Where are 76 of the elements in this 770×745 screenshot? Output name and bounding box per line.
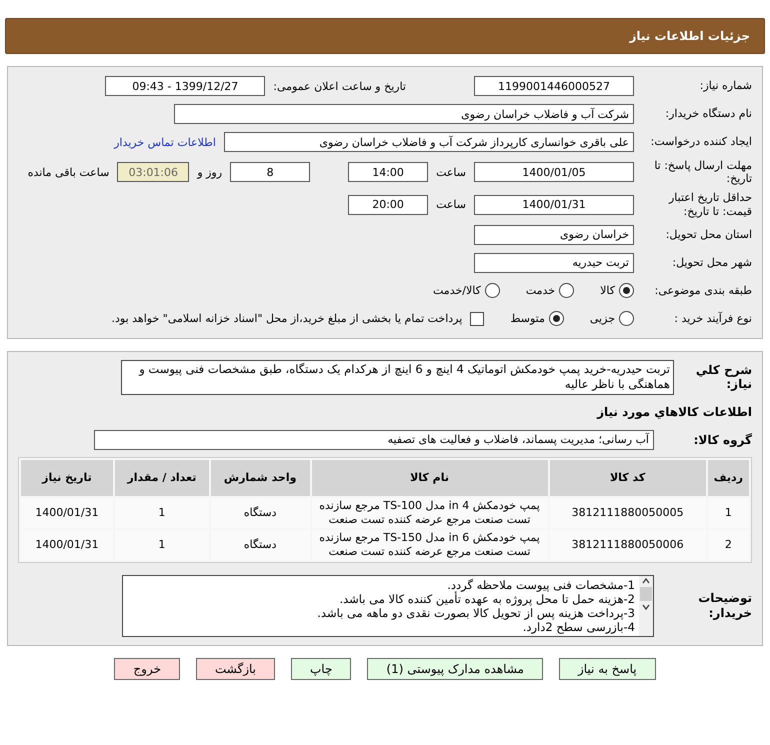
remaining-time-field: 03:01:06 <box>117 162 190 182</box>
scroll-down-icon[interactable] <box>642 604 650 610</box>
validity-date-field: 1400/01/31 <box>474 194 634 215</box>
section-title: اطلاعات کالاهاي مورد نياز <box>596 404 752 421</box>
province-field: خراسان رضوی <box>474 224 634 245</box>
table-cell: 1400/01/31 <box>21 530 113 560</box>
radio-label: کالا <box>600 284 615 298</box>
scrollbar[interactable] <box>639 576 653 636</box>
description-field: تربت حیدریه-خرید پمپ خودمکش اتوماتیک 4 اینچ و 6 اینچ از هرکدام یک دستگاه، طبق مشخصات فنی پیوست و هماهنگی با ناظر عالیه <box>121 360 674 395</box>
action-button[interactable]: خروج <box>114 658 180 680</box>
column-header: نام کالا <box>312 460 548 496</box>
radio-label: متوسط <box>510 312 545 326</box>
radio-button[interactable] <box>619 283 634 298</box>
table-cell: دستگاه <box>210 498 310 528</box>
table-cell: پمپ خودمکش 6 in مدل TS-150 مرجع سازنده تست صنعت مرجع عرضه کننده تست صنعت <box>312 530 548 560</box>
page-title: جزئیات اطلاعات نیاز <box>5 18 765 54</box>
table-cell: 1400/01/31 <box>21 498 113 528</box>
radio-button[interactable] <box>548 311 564 326</box>
table-cell: 2 <box>708 530 749 560</box>
checkbox[interactable] <box>470 312 484 326</box>
column-header: واحد شمارش <box>210 460 310 496</box>
field-label: نوع فرآیند خرید : <box>673 312 752 326</box>
field-label: ساعت <box>436 198 466 212</box>
need-number-field: 1199001446000527 <box>474 76 634 96</box>
creator-field: علی باقری خوانساری کارپرداز شرکت آب و فاضلاب خراسان رضوی <box>224 132 634 152</box>
field-label: توضیحات خریدار: <box>697 591 752 620</box>
field-label: گروه کالا: <box>692 432 752 447</box>
radio-button[interactable] <box>559 283 574 298</box>
table-cell: 1 <box>114 530 209 560</box>
radio-button[interactable] <box>484 283 500 298</box>
field-label: شهر محل تحویل: <box>671 256 752 270</box>
announce-date-field: 1399/12/27 - 09:43 <box>105 76 266 96</box>
field-label: طبقه بندی موضوعی: <box>654 284 752 298</box>
field-label: حداقل تاریخ اعتبار قیمت: تا تاریخ: <box>668 191 752 218</box>
scroll-up-icon[interactable] <box>642 578 650 584</box>
note-line: 3-پرداخت هزینه پس از تحویل کالا بصورت نقدی دو ماهه می باشد. <box>316 606 635 620</box>
column-header: تعداد / مقدار <box>114 460 209 496</box>
field-label: ساعت <box>436 166 466 179</box>
table-cell: 3812111880050006 <box>550 530 706 560</box>
column-header: ردیف <box>708 460 749 496</box>
field-label: مهلت ارسال پاسخ: تا تاریخ: <box>653 159 752 186</box>
deadline-time-field: 14:00 <box>348 162 428 182</box>
table-cell: پمپ خودمکش 4 in مدل TS-100 مرجع سازنده تست صنعت مرجع عرضه کننده تست صنعت <box>312 498 548 528</box>
table-cell: دستگاه <box>210 530 310 560</box>
radio-label: جزیی <box>590 312 615 326</box>
field-label: شماره نیاز: <box>698 79 752 93</box>
action-button[interactable]: بازگشت <box>196 658 275 680</box>
action-button[interactable]: چاپ <box>291 658 352 680</box>
radio-label: کالا/خدمت <box>433 284 481 298</box>
days-field: 8 <box>230 162 310 182</box>
note-line: 1-مشخصات فنی پیوست ملاحظه گردد. <box>447 578 635 592</box>
column-header: تاریخ نیاز <box>21 460 113 496</box>
field-label: استان محل تحویل: <box>664 228 752 242</box>
validity-time-field: 20:00 <box>348 194 428 215</box>
table-cell: 1 <box>114 498 209 528</box>
table-cell: 3812111880050005 <box>550 498 706 528</box>
note-line: 4-بازرسی سطح 2دارد. <box>522 620 635 634</box>
buyer-field: شرکت آب و فاضلاب خراسان رضوی <box>174 104 634 124</box>
checkbox-label: پرداخت تمام یا بخشی از مبلغ خرید،از محل "اسناد خزانه اسلامی" خواهد بود. <box>112 312 462 326</box>
note-line: 2-هزینه حمل تا محل پروژه به عهده تأمین کننده کالا می باشد. <box>338 592 635 606</box>
radio-button[interactable] <box>619 311 634 326</box>
radio-label: خدمت <box>526 284 556 298</box>
field-label: تاریخ و ساعت اعلان عمومی: <box>273 80 406 92</box>
table-cell: 1 <box>708 498 749 528</box>
action-button[interactable]: مشاهده مدارک پیوستی (1) <box>367 658 543 680</box>
contact-link[interactable]: اطلاعات تماس خریدار <box>114 136 216 148</box>
action-button[interactable]: پاسخ به نیاز <box>558 658 656 680</box>
deadline-date-field: 1400/01/05 <box>474 162 634 182</box>
city-field: تربت حیدریه <box>474 252 634 273</box>
field-label: نام دستگاه خریدار: <box>664 107 752 121</box>
field-label: روز و <box>197 166 222 179</box>
field-label: ایجاد کننده درخواست: <box>650 135 752 149</box>
field-label: ساعت باقی مانده <box>28 166 110 179</box>
goods-group-field: آب رسانی؛ مدیریت پسماند، فاضلاب و فعالیت های تصفیه <box>94 430 654 450</box>
field-label: شرح کلي نياز: <box>694 362 752 392</box>
column-header: کد کالا <box>550 460 706 496</box>
